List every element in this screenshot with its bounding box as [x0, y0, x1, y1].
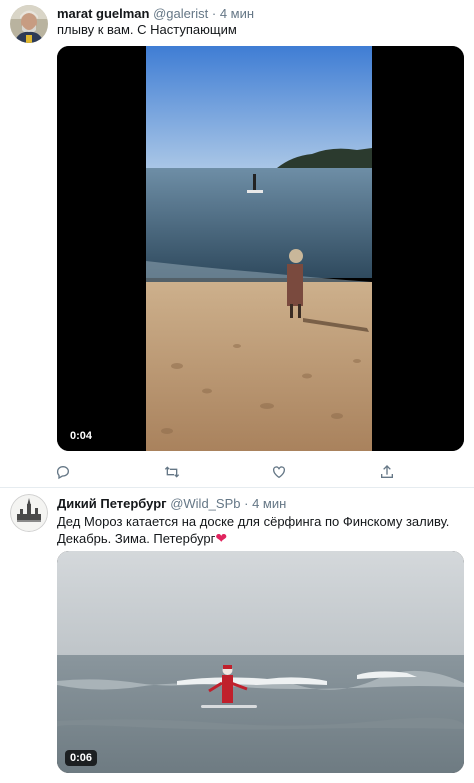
retweet-icon — [164, 466, 180, 478]
reply-icon — [56, 466, 69, 480]
tweet-header: Дикий Петербург @Wild_SPb · 4 мин — [57, 496, 286, 512]
tweet-actions — [53, 462, 403, 482]
separator-dot: · — [244, 496, 249, 511]
timestamp[interactable]: 4 мин — [252, 496, 286, 511]
video-frame — [57, 551, 464, 773]
video-player[interactable]: 0:06 — [57, 551, 464, 773]
heart-emoji-icon: ❤ — [215, 530, 228, 546]
tweet-text: плыву к вам. С Наступающим — [57, 22, 237, 37]
reply-button[interactable] — [53, 462, 73, 482]
tweet-text-segment: Декабрь. Зима. Петербург — [57, 531, 216, 546]
tweet-text-line: Декабрь. Зима. Петербург❤ — [57, 530, 465, 547]
like-icon — [273, 466, 285, 479]
tweet-text-line: Дед Мороз катается на доске для сёрфинга… — [57, 514, 450, 529]
author-handle[interactable]: @Wild_SPb — [170, 496, 240, 511]
video-duration: 0:06 — [65, 750, 98, 766]
separator-dot: · — [211, 6, 217, 21]
retweet-button[interactable] — [162, 462, 182, 482]
tweet-header: marat guelman @galerist · 4 мин — [57, 6, 254, 22]
video-player[interactable]: 0:04 — [57, 46, 464, 451]
like-button[interactable] — [269, 462, 289, 482]
tweet-marat-guelman[interactable]: marat guelman @galerist · 4 мин плыву к … — [0, 0, 474, 488]
author-name[interactable]: Дикий Петербург — [57, 496, 167, 511]
tweet-text: Дед Мороз катается на доске для сёрфинга… — [57, 513, 465, 547]
share-button[interactable] — [377, 462, 397, 482]
video-duration: 0:04 — [65, 428, 98, 444]
timestamp[interactable]: 4 мин — [220, 6, 254, 21]
author-handle[interactable]: @galerist — [153, 6, 208, 21]
avatar[interactable] — [10, 5, 48, 43]
share-icon — [381, 465, 393, 478]
tweet-wild-spb[interactable]: Дикий Петербург @Wild_SPb · 4 мин Дед Мо… — [0, 489, 474, 783]
author-name[interactable]: marat guelman — [57, 6, 149, 21]
video-frame — [57, 46, 464, 451]
avatar[interactable] — [10, 494, 48, 532]
